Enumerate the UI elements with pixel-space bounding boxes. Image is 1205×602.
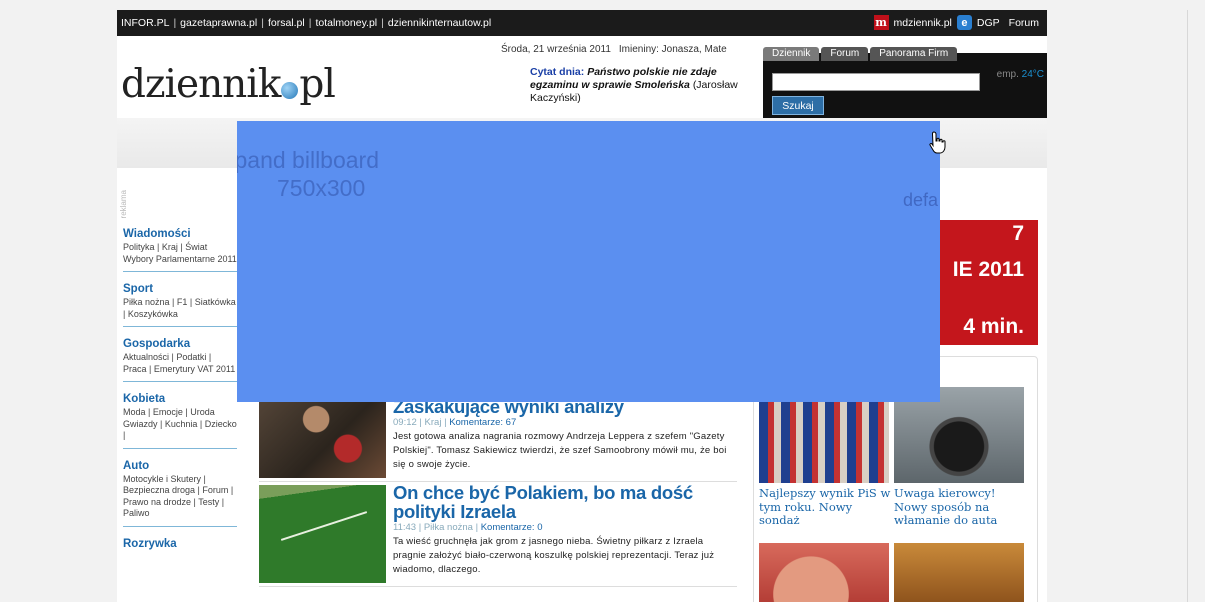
gallery-thumbnail[interactable]: [894, 543, 1024, 602]
hand-cursor-icon: [929, 131, 946, 154]
link-dziennikinternautow[interactable]: dziennikinternautow.pl: [388, 17, 491, 29]
sidebar-links[interactable]: Piłka nożna | F1 | Siatkówka | Koszykówk…: [123, 297, 237, 320]
tab-forum[interactable]: Forum: [821, 47, 869, 61]
header: dziennik pl Środa, 21 września 2011 Imieni…: [117, 36, 1047, 118]
link-totalmoney[interactable]: totalmoney.pl: [315, 17, 377, 29]
top-bar: INFOR.PL | gazetaprawna.pl | forsal.pl | total…: [117, 10, 1047, 36]
search-button[interactable]: Szukaj: [772, 96, 824, 115]
sidebar-links[interactable]: Moda | Emocje | Uroda Gwiazdy | Kuchnia …: [123, 407, 237, 442]
article-list: Co Sakiewicz dotyczą ku Leppera? Zaskaku…: [259, 378, 737, 590]
network-links: INFOR.PL | gazetaprawna.pl | forsal.pl | total…: [121, 17, 491, 29]
top-right-links: m mdziennik.pl e DGP Forum: [873, 15, 1039, 30]
link-infor[interactable]: INFOR.PL: [121, 17, 169, 29]
article-body: On chce być Polakiem, bo ma dość polityk…: [393, 483, 733, 577]
article-thumbnail[interactable]: [259, 485, 386, 583]
sidebar: Wiadomości Polityka | Kraj | Świat Wybor…: [123, 228, 237, 569]
banner-text: IE 2011: [952, 258, 1024, 281]
dgp-icon: e: [956, 15, 972, 30]
temp-label: emp.: [996, 69, 1019, 80]
scrollbar-edge: [1187, 10, 1188, 602]
separator: |: [261, 17, 264, 29]
globe-icon: [281, 82, 299, 99]
article-comments[interactable]: Komentarze: 67: [449, 417, 516, 428]
article-time: 09:12: [393, 417, 417, 428]
separator: |: [308, 17, 312, 29]
search-tabs: Dziennik Forum Panorama Firm: [763, 47, 958, 61]
sidebar-section-gospodarka: Gospodarka Aktualności | Podatki | Praca…: [123, 338, 237, 382]
separator: |: [173, 17, 177, 29]
sidebar-heading[interactable]: Rozrywka: [123, 538, 237, 550]
article-item: On chce być Polakiem, bo ma dość polityk…: [259, 483, 737, 587]
link-dgp[interactable]: DGP: [977, 17, 1000, 29]
sidebar-section-wiadomosci: Wiadomości Polityka | Kraj | Świat Wybor…: [123, 228, 237, 272]
search-box: Dziennik Forum Panorama Firm emp. 24°C S…: [763, 47, 1047, 118]
name-days: Imieniny: Jonasza, Mate: [618, 44, 727, 55]
sidebar-heading[interactable]: Gospodarka: [123, 338, 237, 350]
banner-text: 4 min.: [963, 315, 1024, 338]
sidebar-section-sport: Sport Piłka nożna | F1 | Siatkówka | Kos…: [123, 283, 237, 327]
link-forsal[interactable]: forsal.pl: [268, 17, 305, 29]
sidebar-section-rozrywka: Rozrywka: [123, 538, 237, 558]
article-title[interactable]: On chce być Polakiem, bo ma dość polityk…: [393, 483, 733, 521]
sidebar-heading[interactable]: Wiadomości: [123, 228, 237, 240]
logo-text-right: pl: [299, 62, 335, 107]
sidebar-section-auto: Auto Motocykle i Skutery | Bezpieczna dr…: [123, 460, 237, 527]
current-date: Środa, 21 września 2011: [501, 44, 611, 55]
dateline: Środa, 21 września 2011 Imieniny: Jonasza…: [501, 44, 727, 55]
banner-text: 7: [1012, 222, 1024, 245]
billboard-size: 750x300: [277, 175, 366, 201]
mdziennik-icon: m: [873, 15, 889, 30]
gallery-caption[interactable]: Najlepszy wynik PiS w tym roku. Nowy son…: [759, 486, 891, 528]
article-lead: Ta wieść gruchnęła jak grom z jasnego ni…: [393, 536, 715, 575]
sidebar-heading[interactable]: Kobieta: [123, 393, 237, 405]
article-category[interactable]: Kraj: [425, 417, 442, 428]
sidebar-links[interactable]: Aktualności | Podatki | Praca | Emerytur…: [123, 352, 237, 375]
link-forum[interactable]: Forum: [1009, 17, 1039, 29]
article-category[interactable]: Piłka nożna: [424, 522, 473, 533]
link-gazetaprawna[interactable]: gazetaprawna.pl: [180, 17, 257, 29]
article-comments[interactable]: Komentarze: 0: [481, 522, 543, 533]
logo-text-left: dziennik: [121, 62, 281, 107]
sidebar-heading[interactable]: Sport: [123, 283, 237, 295]
link-mdziennik[interactable]: mdziennik.pl: [894, 17, 952, 29]
sidebar-links[interactable]: Polityka | Kraj | Świat Wybory Parlament…: [123, 242, 237, 265]
article-time: 11:43: [393, 522, 417, 533]
gallery-caption[interactable]: Uwaga kierowcy! Nowy sposób na włamanie …: [894, 486, 1026, 528]
sidebar-links[interactable]: Motocykle i Skutery | Bezpieczna droga |…: [123, 474, 237, 520]
separator: |: [381, 17, 384, 29]
sidebar-section-kobieta: Kobieta Moda | Emocje | Uroda Gwiazdy | …: [123, 393, 237, 449]
gallery-thumbnail[interactable]: [759, 543, 889, 602]
expand-billboard-ad[interactable]: xpand billboard 750x300 defa: [237, 121, 940, 402]
ad-label: reklama: [119, 190, 128, 219]
tab-panorama-firm[interactable]: Panorama Firm: [870, 47, 958, 61]
quote-of-day: Cytat dnia: Państwo polskie nie zdaje eg…: [530, 66, 755, 105]
article-lead: Jest gotowa analiza nagrania rozmowy And…: [393, 431, 727, 470]
site-logo[interactable]: dziennik pl: [121, 62, 336, 107]
billboard-label: xpand billboard: [237, 147, 380, 173]
page: INFOR.PL | gazetaprawna.pl | forsal.pl | total…: [0, 0, 1205, 602]
article-meta: 11:43 | Piłka nożna | Komentarze: 0: [393, 522, 543, 533]
billboard-default: defa: [902, 190, 938, 210]
weather: emp. 24°C: [997, 69, 1044, 80]
temp-value: 24°C: [1021, 69, 1044, 80]
quote-label: Cytat dnia:: [530, 66, 585, 78]
tab-dziennik[interactable]: Dziennik: [763, 47, 820, 61]
sidebar-heading[interactable]: Auto: [123, 460, 237, 472]
article-meta: 09:12 | Kraj | Komentarze: 67: [393, 417, 517, 428]
search-input[interactable]: [772, 73, 980, 91]
